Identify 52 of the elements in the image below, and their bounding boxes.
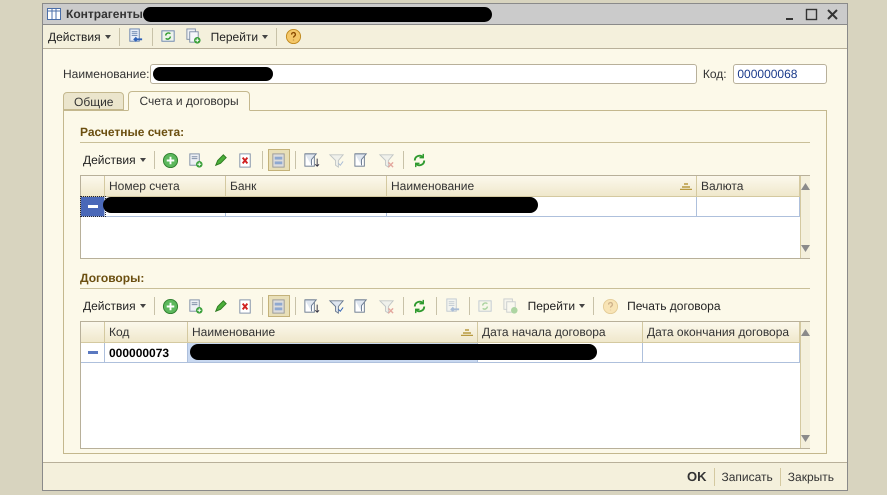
- close-icon[interactable]: [826, 8, 839, 20]
- name-field[interactable]: [150, 64, 697, 84]
- column-header[interactable]: Код: [105, 322, 188, 342]
- menu-button[interactable]: Перейти: [208, 28, 272, 46]
- dialog-button[interactable]: OK: [680, 466, 714, 486]
- dialog-button[interactable]: Закрыть: [780, 468, 841, 486]
- filter-icon[interactable]: [328, 298, 346, 314]
- code-field[interactable]: 000000068: [733, 64, 827, 84]
- scroll-up-icon[interactable]: [801, 182, 810, 190]
- table-icon: [47, 8, 61, 20]
- document-plus-icon[interactable]: [187, 152, 204, 168]
- filter-list-icon[interactable]: [303, 298, 320, 314]
- section-title: Расчетные счета:: [80, 123, 810, 143]
- menu-button[interactable]: Перейти: [524, 297, 588, 315]
- caret-icon: [262, 34, 268, 38]
- pencil-icon[interactable]: [212, 152, 230, 168]
- menu-button[interactable]: Действия: [80, 297, 149, 315]
- menu-button[interactable]: Действия: [80, 151, 149, 169]
- column-header[interactable]: Банк: [226, 176, 387, 196]
- copy-plus-icon[interactable]: [185, 28, 202, 45]
- scroll-down-icon[interactable]: [801, 434, 810, 442]
- scroll-down-icon[interactable]: [801, 244, 810, 252]
- toggle-button[interactable]: [268, 149, 290, 171]
- column-header[interactable]: Дата начала договора: [478, 322, 643, 342]
- filter-list-icon[interactable]: [303, 152, 320, 168]
- caret-icon: [140, 158, 146, 162]
- scrollbar[interactable]: [800, 322, 810, 448]
- caret-icon: [140, 304, 146, 308]
- column-header[interactable]: Наименование: [188, 322, 478, 342]
- window-title: Контрагенты: [66, 6, 143, 23]
- scroll-up-icon[interactable]: [801, 328, 810, 336]
- caret-icon: [104, 34, 111, 38]
- dialog-button[interactable]: Записать: [714, 468, 780, 486]
- help-icon[interactable]: [284, 28, 302, 45]
- scrollbar[interactable]: [800, 176, 810, 258]
- column-header[interactable]: Номер счета: [105, 176, 226, 196]
- tab[interactable]: Счета и договоры: [128, 91, 250, 111]
- add-icon[interactable]: [162, 298, 180, 314]
- toggle-button[interactable]: [268, 295, 290, 317]
- print-button[interactable]: Печать договора: [624, 297, 724, 315]
- pencil-icon[interactable]: [212, 298, 230, 314]
- document-arrow-icon[interactable]: [127, 28, 144, 45]
- document-plus-icon[interactable]: [187, 298, 204, 314]
- maximize-icon[interactable]: [805, 8, 818, 20]
- caret-icon: [579, 304, 586, 308]
- column-header[interactable]: Наименование: [387, 176, 697, 196]
- field-label: Код:: [702, 66, 728, 83]
- tab[interactable]: Общие: [63, 92, 124, 110]
- add-icon[interactable]: [162, 152, 180, 168]
- menu-button[interactable]: Действия: [45, 28, 114, 46]
- section-title: Договоры:: [80, 269, 810, 289]
- field-label: Наименование:: [63, 66, 150, 83]
